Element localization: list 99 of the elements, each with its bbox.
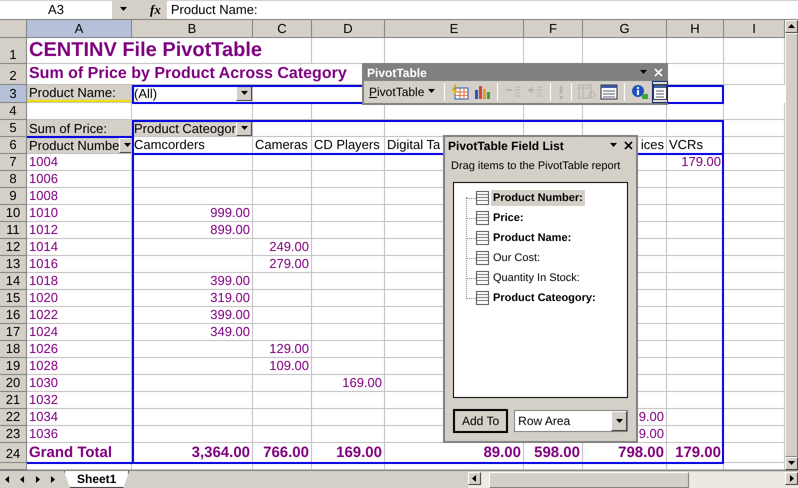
row-header[interactable]: 15 <box>0 290 27 307</box>
field-button[interactable]: Sum of Price: <box>27 120 131 136</box>
column-header[interactable]: E <box>385 20 524 38</box>
table-cell-text: 1024 <box>28 324 59 340</box>
name-box[interactable]: A3 <box>0 0 112 18</box>
row-header[interactable]: 13 <box>0 256 27 273</box>
field-item[interactable]: Product Name: <box>491 230 574 246</box>
row-header[interactable]: 10 <box>0 205 27 222</box>
add-to-button[interactable]: Add To <box>453 409 508 433</box>
row-header[interactable]: 19 <box>0 358 27 375</box>
row-header[interactable]: 2 <box>0 64 27 85</box>
row-header[interactable]: 24 <box>0 443 27 463</box>
table-cell-text: 1026 <box>28 341 59 357</box>
table-cell-text: 399.00 <box>209 307 251 323</box>
table-cell-text: 9.00 <box>638 426 665 442</box>
table-cell-text: 1006 <box>28 171 59 187</box>
table-cell-text: 1016 <box>28 256 59 272</box>
table-cell-text: 319.00 <box>209 290 251 306</box>
table-cell-text: 766.00 <box>262 444 310 462</box>
column-header[interactable]: G <box>583 20 667 38</box>
table-cell-text: 1036 <box>28 426 59 442</box>
column-label: ices <box>640 137 665 153</box>
row-header[interactable]: 5 <box>0 120 27 137</box>
area-dropdown[interactable]: Row Area <box>514 410 628 432</box>
sheet-tab[interactable]: Sheet1 <box>64 471 130 488</box>
row-header[interactable]: 4 <box>0 103 27 120</box>
table-cell-text: 1008 <box>28 188 59 204</box>
table-cell-text: 1012 <box>28 222 59 238</box>
pivot-menu-button[interactable]: PivotTable <box>366 82 440 102</box>
table-cell-text: 279.00 <box>268 256 310 272</box>
field-item[interactable]: Product Cateogory: <box>491 290 598 306</box>
column-header[interactable]: H <box>667 20 724 38</box>
row-header[interactable]: 7 <box>0 154 27 171</box>
column-header[interactable]: F <box>524 20 583 38</box>
panel-title: PivotTable Field List <box>448 138 564 152</box>
table-cell-text: 249.00 <box>268 239 310 255</box>
row-header[interactable]: 9 <box>0 188 27 205</box>
table-cell-text: 1018 <box>28 273 59 289</box>
table-cell-text: 899.00 <box>209 222 251 238</box>
table-cell-text: 129.00 <box>268 341 310 357</box>
table-cell-text: 399.00 <box>209 273 251 289</box>
sheet-subtitle: Sum of Price by Product Across Category <box>28 65 348 84</box>
table-cell-text: 1028 <box>28 358 59 374</box>
row-header[interactable]: 12 <box>0 239 27 256</box>
row-header[interactable]: 3 <box>0 85 27 103</box>
table-cell-text: 1030 <box>28 375 59 391</box>
table-cell-text: 598.00 <box>533 444 581 462</box>
field-item[interactable]: Our Cost: <box>491 250 542 266</box>
toolbar-title: PivotTable <box>367 66 427 80</box>
row-header[interactable]: 1 <box>0 38 27 64</box>
field-item[interactable]: Product Number: <box>491 190 585 206</box>
table-cell-text: 169.00 <box>335 444 383 462</box>
table-cell-text: 179.00 <box>680 154 722 170</box>
row-header[interactable]: 23 <box>0 426 27 443</box>
field-item[interactable]: Quantity In Stock: <box>491 270 582 286</box>
row-header[interactable]: 8 <box>0 171 27 188</box>
table-cell-text: 798.00 <box>617 444 665 462</box>
table-cell-text: 1020 <box>28 290 59 306</box>
table-cell-text: 3,364.00 <box>190 444 251 462</box>
function-icon[interactable]: fx <box>150 2 161 18</box>
column-label: Digital Ta <box>386 137 442 153</box>
column-header[interactable]: A <box>27 20 132 38</box>
table-cell-text: 1014 <box>28 239 59 255</box>
table-cell-text: 179.00 <box>674 444 722 462</box>
field-dropdown-button[interactable]: Product Numbe <box>27 137 131 153</box>
column-label: VCRs <box>668 137 704 153</box>
table-cell-text: 1010 <box>28 205 59 221</box>
column-label: Cameras <box>254 137 309 153</box>
column-header[interactable]: D <box>312 20 385 38</box>
table-cell-text: 169.00 <box>341 375 383 391</box>
row-header[interactable]: 14 <box>0 273 27 290</box>
table-cell-text: 9.00 <box>638 409 665 425</box>
column-header[interactable]: I <box>724 20 785 38</box>
table-cell-text: 89.00 <box>482 444 522 462</box>
column-label: Camcorders <box>133 137 206 153</box>
column-header[interactable]: B <box>132 20 253 38</box>
row-header[interactable]: 11 <box>0 222 27 239</box>
table-cell-text: 1034 <box>28 409 59 425</box>
table-cell-text: 1004 <box>28 154 59 170</box>
row-header[interactable]: 17 <box>0 324 27 341</box>
column-header[interactable]: C <box>253 20 312 38</box>
formula-field[interactable]: Product Name: <box>166 0 798 18</box>
table-cell-text: Grand Total <box>28 444 114 462</box>
row-header[interactable]: 22 <box>0 409 27 426</box>
table-cell-text: 349.00 <box>209 324 251 340</box>
sheet-title: CENTINV File PivotTable <box>28 39 263 63</box>
row-header[interactable]: 21 <box>0 392 27 409</box>
table-cell-text: 1022 <box>28 307 59 323</box>
row-header[interactable]: 18 <box>0 341 27 358</box>
row-header[interactable]: 20 <box>0 375 27 392</box>
field-item[interactable]: Price: <box>491 210 526 226</box>
column-label: CD Players <box>313 137 381 153</box>
table-cell-text: 999.00 <box>209 205 251 221</box>
field-button[interactable]: Product Name: <box>27 85 131 102</box>
panel-hint: Drag items to the PivotTable report <box>451 160 620 173</box>
row-header[interactable]: 6 <box>0 137 27 154</box>
table-cell-text: 1032 <box>28 392 59 408</box>
table-cell-text: 109.00 <box>268 358 310 374</box>
row-header[interactable]: 16 <box>0 307 27 324</box>
